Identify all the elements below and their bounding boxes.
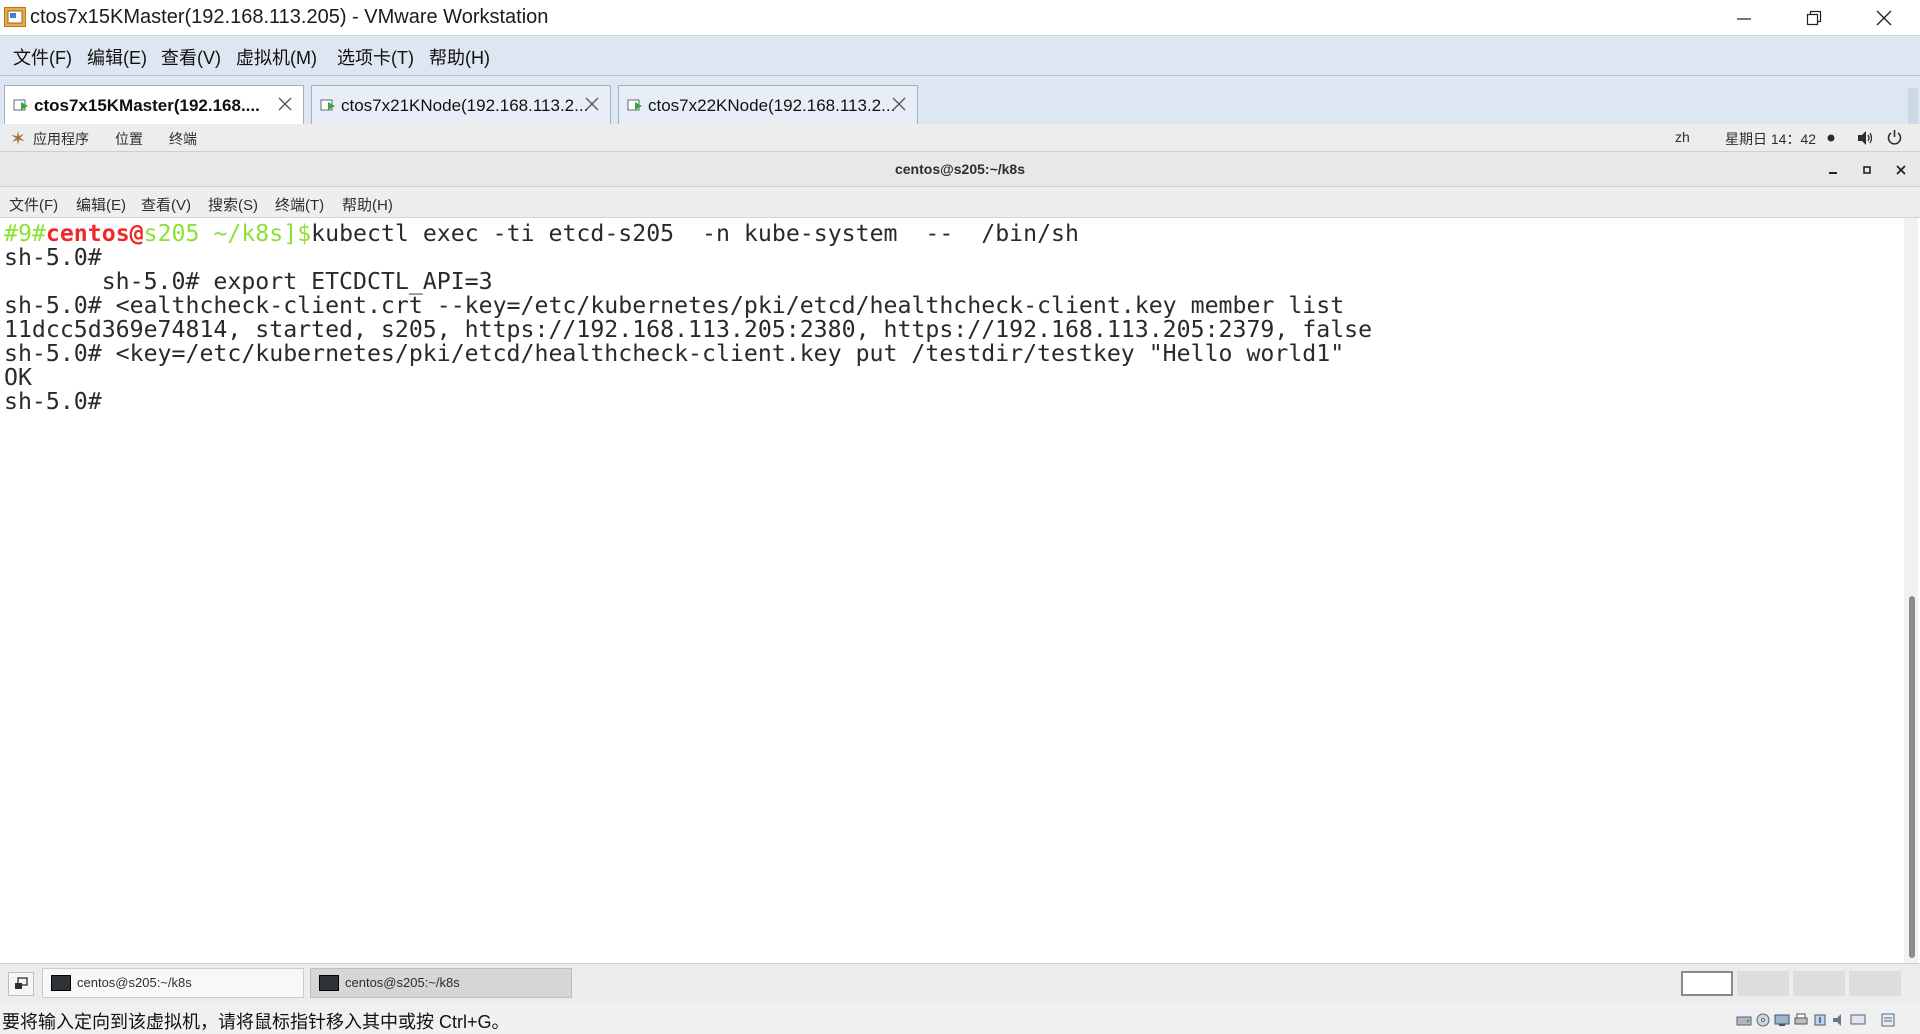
terminal-menu-edit[interactable]: 编辑(E) bbox=[76, 194, 126, 215]
tab-label: ctos7x21KNode(192.168.113.2... bbox=[341, 96, 589, 115]
notification-dot-icon bbox=[1827, 134, 1835, 142]
gnome-window-list: centos@s205:~/k8s centos@s205:~/k8s bbox=[0, 963, 1920, 1003]
network-adapter-icon[interactable] bbox=[1774, 1013, 1790, 1027]
terminal-minimize-button[interactable] bbox=[1822, 160, 1844, 180]
close-icon bbox=[278, 97, 292, 111]
menu-view[interactable]: 查看(V) bbox=[161, 44, 221, 70]
terminal-menu-terminal[interactable]: 终端(T) bbox=[275, 194, 324, 215]
window-list-label: centos@s205:~/k8s bbox=[345, 975, 460, 990]
tab-ctos7x21knode[interactable]: ctos7x21KNode(192.168.113.2... bbox=[311, 85, 611, 124]
terminal-line: sh-5.0# bbox=[4, 388, 102, 415]
window-titlebar: ctos7x15KMaster(192.168.113.205) - VMwar… bbox=[0, 0, 1920, 35]
prompt-path: ~/k8s] bbox=[199, 220, 298, 247]
terminal-menu-view[interactable]: 查看(V) bbox=[141, 194, 191, 215]
menu-file[interactable]: 文件(F) bbox=[13, 44, 72, 70]
terminal-close-button[interactable] bbox=[1890, 160, 1912, 180]
clock[interactable]: 星期日 14：42 bbox=[1725, 129, 1816, 149]
gnome-top-bar: 应用程序 位置 终端 zh 星期日 14：42 bbox=[0, 124, 1920, 152]
terminal-prompt-line: #9#centos@s205 ~/k8s]$kubectl exec -ti e… bbox=[4, 219, 1079, 248]
window-title: ctos7x15KMaster(192.168.113.205) - VMwar… bbox=[30, 6, 549, 28]
workspace-3[interactable] bbox=[1793, 971, 1845, 996]
sound-card-icon[interactable] bbox=[1831, 1013, 1847, 1027]
close-icon bbox=[892, 97, 906, 111]
vm-tab-strip: ctos7x15KMaster(192.168.... ctos7x21KNod… bbox=[0, 76, 1920, 124]
prompt-host: s205 bbox=[143, 220, 200, 247]
tab-close-button[interactable] bbox=[273, 92, 297, 116]
tab-ctos7x15kmaster[interactable]: ctos7x15KMaster(192.168.... bbox=[4, 85, 304, 124]
usb-device-icon[interactable] bbox=[1812, 1013, 1828, 1027]
power-icon[interactable] bbox=[1886, 129, 1903, 146]
close-icon bbox=[1876, 10, 1892, 25]
applications-icon bbox=[11, 131, 25, 145]
terminal-menu-help[interactable]: 帮助(H) bbox=[342, 194, 393, 215]
maximize-icon bbox=[1863, 166, 1871, 174]
restore-icon bbox=[1806, 10, 1822, 25]
menu-vm[interactable]: 虚拟机(M) bbox=[236, 44, 317, 70]
terminal-title: centos@s205:~/k8s bbox=[894, 161, 1025, 177]
message-log-icon[interactable] bbox=[1880, 1013, 1896, 1027]
tab-close-button[interactable] bbox=[580, 92, 604, 116]
terminal-line: sh-5.0# <key=/etc/kubernetes/pki/etcd/he… bbox=[4, 340, 1345, 367]
workspace-1[interactable] bbox=[1681, 971, 1733, 996]
hard-disk-icon[interactable] bbox=[1736, 1013, 1752, 1027]
status-message: 要将输入定向到该虚拟机，请将鼠标指针移入其中或按 Ctrl+G。 bbox=[2, 1012, 510, 1032]
vm-running-icon bbox=[320, 99, 335, 111]
places-menu[interactable]: 位置 bbox=[115, 129, 143, 149]
menu-edit[interactable]: 编辑(E) bbox=[87, 44, 147, 70]
minimize-button[interactable] bbox=[1710, 0, 1778, 35]
applications-menu[interactable]: 应用程序 bbox=[33, 129, 89, 149]
vm-running-icon bbox=[627, 99, 642, 111]
tab-label: ctos7x22KNode(192.168.113.2... bbox=[648, 96, 896, 115]
terminal-scrollbar[interactable] bbox=[1904, 218, 1918, 963]
terminal-icon bbox=[51, 975, 71, 991]
window-list-label: centos@s205:~/k8s bbox=[77, 975, 192, 990]
tab-close-button[interactable] bbox=[887, 92, 911, 116]
terminal-menu-file[interactable]: 文件(F) bbox=[9, 194, 58, 215]
close-window-button[interactable] bbox=[1850, 0, 1918, 35]
menu-tabs[interactable]: 选项卡(T) bbox=[337, 44, 414, 70]
terminal-menubar: 文件(F) 编辑(E) 查看(V) 搜索(S) 终端(T) 帮助(H) bbox=[0, 187, 1920, 218]
vmware-statusbar: 要将输入定向到该虚拟机，请将鼠标指针移入其中或按 Ctrl+G。 bbox=[0, 1003, 1920, 1034]
menu-help[interactable]: 帮助(H) bbox=[429, 44, 490, 70]
workspace-4[interactable] bbox=[1849, 971, 1901, 996]
volume-icon[interactable] bbox=[1857, 130, 1875, 146]
vmware-app-icon bbox=[4, 7, 26, 27]
terminal-output[interactable]: #9#centos@s205 ~/k8s]$kubectl exec -ti e… bbox=[2, 218, 1904, 963]
vm-running-icon bbox=[13, 99, 28, 111]
display-icon[interactable] bbox=[1850, 1013, 1866, 1027]
tab-label: ctos7x15KMaster(192.168.... bbox=[34, 96, 260, 115]
prompt-dollar: $ bbox=[297, 220, 312, 247]
terminal-app-menu[interactable]: 终端 bbox=[169, 129, 197, 149]
terminal-titlebar: centos@s205:~/k8s bbox=[0, 152, 1920, 187]
terminal-icon bbox=[319, 975, 339, 991]
tab-ctos7x22knode[interactable]: ctos7x22KNode(192.168.113.2... bbox=[618, 85, 918, 124]
minimize-icon bbox=[1829, 172, 1837, 174]
close-icon bbox=[1896, 165, 1906, 175]
show-desktop-button[interactable] bbox=[8, 972, 34, 996]
scrollbar-thumb[interactable] bbox=[1909, 596, 1915, 958]
vmware-menubar: 文件(F) 编辑(E) 查看(V) 虚拟机(M) 选项卡(T) 帮助(H) bbox=[0, 35, 1920, 76]
input-method-indicator[interactable]: zh bbox=[1675, 129, 1690, 145]
window-list-item-active[interactable]: centos@s205:~/k8s bbox=[310, 968, 572, 998]
printer-icon[interactable] bbox=[1793, 1013, 1809, 1027]
minimize-icon bbox=[1737, 17, 1751, 20]
close-icon bbox=[585, 97, 599, 111]
show-desktop-icon bbox=[15, 977, 28, 989]
terminal-maximize-button[interactable] bbox=[1856, 160, 1878, 180]
workspace-2[interactable] bbox=[1737, 971, 1789, 996]
tab-strip-scroll bbox=[1908, 88, 1918, 124]
prompt-command: kubectl exec -ti etcd-s205 -n kube-syste… bbox=[311, 220, 1079, 247]
cd-dvd-icon[interactable] bbox=[1755, 1013, 1771, 1027]
window-list-item[interactable]: centos@s205:~/k8s bbox=[42, 968, 304, 998]
terminal-menu-search[interactable]: 搜索(S) bbox=[208, 194, 258, 215]
restore-button[interactable] bbox=[1780, 0, 1848, 35]
